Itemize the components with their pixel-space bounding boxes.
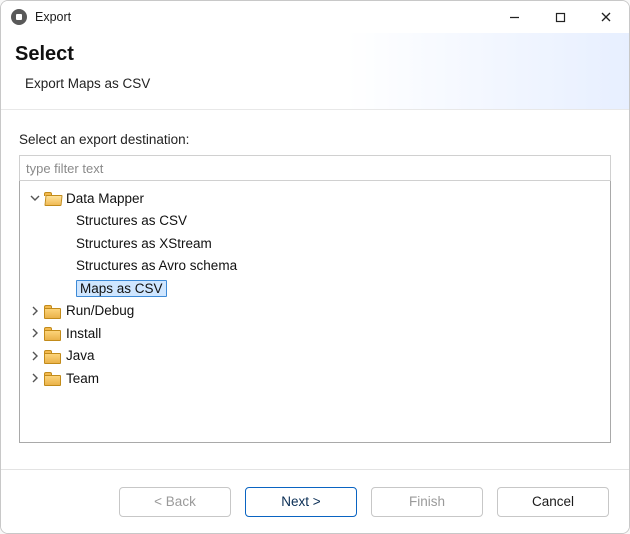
folder-icon [44, 304, 60, 318]
tree-node-label: Data Mapper [66, 191, 144, 206]
tree-node-label: Team [66, 371, 99, 386]
close-button[interactable] [583, 1, 629, 33]
next-button[interactable]: Next > [245, 487, 357, 517]
destination-prompt: Select an export destination: [19, 132, 611, 147]
tree-leaf-structures-avro[interactable]: Structures as Avro schema [22, 255, 608, 278]
tree-leaf-label: Structures as XStream [76, 236, 212, 251]
finish-button[interactable]: Finish [371, 487, 483, 517]
export-tree-scroll[interactable]: Data Mapper Structures as CSV Structures… [20, 181, 610, 442]
wizard-body: Select an export destination: Data Mappe… [1, 110, 629, 469]
export-tree: Data Mapper Structures as CSV Structures… [19, 181, 611, 443]
tree-node-java[interactable]: Java [22, 345, 608, 368]
tree-node-team[interactable]: Team [22, 367, 608, 390]
tree-node-label: Java [66, 348, 95, 363]
tree-node-data-mapper[interactable]: Data Mapper [22, 187, 608, 210]
tree-leaf-structures-xstream[interactable]: Structures as XStream [22, 232, 608, 255]
tree-node-run-debug[interactable]: Run/Debug [22, 300, 608, 323]
tree-node-install[interactable]: Install [22, 322, 608, 345]
back-button[interactable]: < Back [119, 487, 231, 517]
minimize-button[interactable] [491, 1, 537, 33]
tree-leaf-structures-csv[interactable]: Structures as CSV [22, 210, 608, 233]
tree-leaf-label: Structures as CSV [76, 213, 187, 228]
filter-input[interactable] [19, 155, 611, 181]
chevron-right-icon[interactable] [28, 349, 42, 363]
window-title: Export [35, 10, 71, 24]
folder-open-icon [44, 191, 60, 205]
wizard-heading: Select [15, 43, 613, 66]
wizard-footer: < Back Next > Finish Cancel [1, 469, 629, 533]
titlebar[interactable]: Export [1, 1, 629, 33]
tree-node-label: Run/Debug [66, 303, 134, 318]
tree-leaf-label: Structures as Avro schema [76, 258, 237, 273]
maximize-button[interactable] [537, 1, 583, 33]
folder-icon [44, 349, 60, 363]
tree-leaf-label: Maps as CSV [76, 280, 167, 297]
chevron-down-icon[interactable] [28, 191, 42, 205]
chevron-right-icon[interactable] [28, 304, 42, 318]
app-icon [11, 9, 27, 25]
export-dialog: Export Select Export Maps as CSV Select … [0, 0, 630, 534]
wizard-subtitle: Export Maps as CSV [25, 76, 613, 91]
folder-icon [44, 371, 60, 385]
tree-node-label: Install [66, 326, 101, 341]
cancel-button[interactable]: Cancel [497, 487, 609, 517]
wizard-header: Select Export Maps as CSV [1, 33, 629, 110]
folder-icon [44, 326, 60, 340]
chevron-right-icon[interactable] [28, 326, 42, 340]
chevron-right-icon[interactable] [28, 371, 42, 385]
tree-leaf-maps-csv[interactable]: Maps as CSV [22, 277, 608, 300]
